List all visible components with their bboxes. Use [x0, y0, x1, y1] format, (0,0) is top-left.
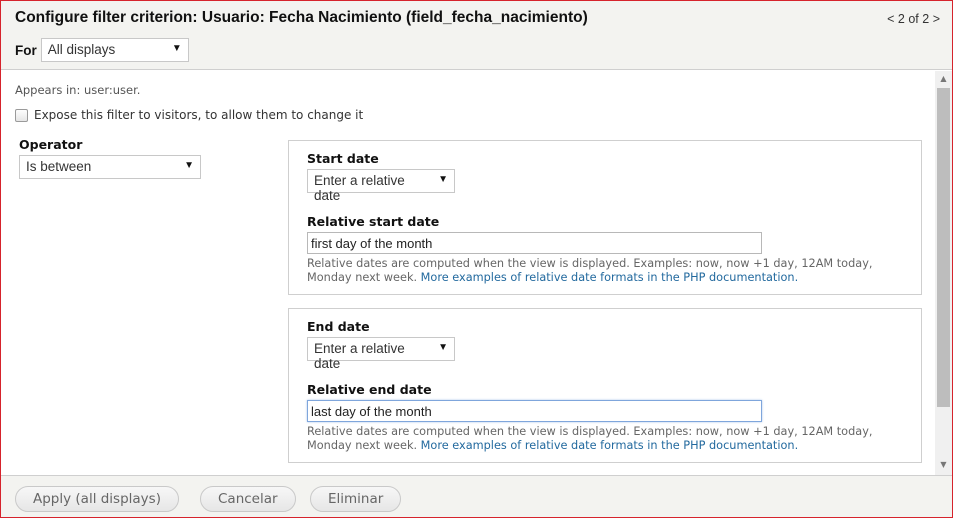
- end-date-type-select[interactable]: Enter a relative date ▼: [307, 337, 455, 371]
- relative-end-date-input[interactable]: last day of the month: [307, 400, 762, 422]
- dialog-footer: Apply (all displays) Cancelar Eliminar: [1, 475, 952, 517]
- scroll-down-arrow-icon[interactable]: ▼: [935, 460, 952, 475]
- start-date-fieldset: Start date Enter a relative date ▼ Relat…: [288, 140, 922, 295]
- for-displays-select[interactable]: All displays ▼: [40, 38, 189, 62]
- scroll-up-arrow-icon[interactable]: ▲: [935, 74, 952, 89]
- for-displays-value: All displays: [47, 42, 116, 57]
- relative-end-date-label: Relative end date: [307, 382, 432, 397]
- relative-start-date-label: Relative start date: [307, 214, 440, 229]
- cancel-button[interactable]: Cancelar: [200, 486, 296, 512]
- php-docs-link[interactable]: More examples of relative date formats i…: [421, 439, 799, 452]
- end-date-label: End date: [307, 319, 370, 334]
- configure-filter-dialog: Configure filter criterion: Usuario: Fec…: [0, 0, 953, 518]
- start-date-label: Start date: [307, 151, 379, 166]
- pager-prev-button[interactable]: <: [887, 12, 894, 26]
- dialog-body: Appears in: user:user. Expose this filte…: [1, 71, 935, 475]
- pager-next-button[interactable]: >: [933, 12, 940, 26]
- dialog-title: Configure filter criterion: Usuario: Fec…: [15, 9, 588, 26]
- dropdown-arrow-icon: ▼: [171, 43, 182, 54]
- dropdown-arrow-icon: ▼: [184, 160, 194, 171]
- start-date-type-select[interactable]: Enter a relative date ▼: [307, 169, 455, 203]
- dropdown-arrow-icon: ▼: [438, 174, 448, 185]
- scrollbar-thumb[interactable]: [937, 88, 950, 407]
- start-date-type-value: Enter a relative date: [314, 173, 405, 203]
- vertical-scrollbar[interactable]: ▲ ▼: [935, 71, 952, 475]
- expose-filter-checkbox[interactable]: [15, 108, 28, 122]
- for-label: For: [15, 42, 37, 58]
- pager-text: 2 of 2: [897, 12, 930, 26]
- php-docs-link[interactable]: More examples of relative date formats i…: [421, 271, 799, 284]
- expose-filter-label: Expose this filter to visitors, to allow…: [34, 108, 364, 122]
- relative-start-date-input[interactable]: first day of the month: [307, 232, 762, 254]
- dialog-header: Configure filter criterion: Usuario: Fec…: [1, 1, 952, 70]
- end-date-fieldset: End date Enter a relative date ▼ Relativ…: [288, 308, 922, 463]
- expose-filter-option[interactable]: Expose this filter to visitors, to allow…: [15, 108, 363, 122]
- dropdown-arrow-icon: ▼: [438, 342, 448, 353]
- delete-button[interactable]: Eliminar: [310, 486, 402, 512]
- for-row: For All displays ▼: [15, 38, 189, 62]
- apply-button[interactable]: Apply (all displays): [15, 486, 179, 512]
- end-date-type-value: Enter a relative date: [314, 341, 405, 371]
- operator-label: Operator: [19, 137, 83, 152]
- operator-select[interactable]: Is between ▼: [19, 155, 201, 179]
- pager: < 2 of 2 >: [887, 12, 940, 26]
- operator-value: Is between: [26, 159, 92, 174]
- appears-in-text: Appears in: user:user.: [15, 83, 141, 97]
- end-date-description: Relative dates are computed when the vie…: [307, 425, 907, 453]
- operator-field: Operator Is between ▼: [19, 137, 201, 179]
- start-date-description: Relative dates are computed when the vie…: [307, 257, 907, 285]
